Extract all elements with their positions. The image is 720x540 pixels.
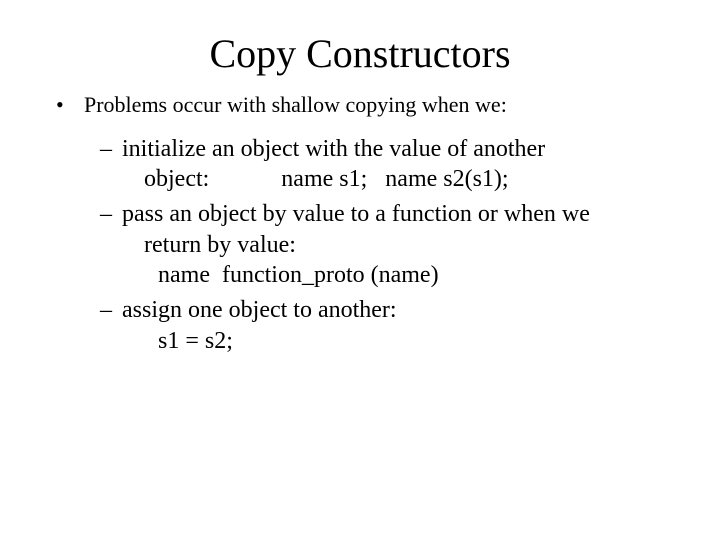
bullet-text: Problems occur with shallow copying when… — [84, 92, 507, 117]
bullet-text: assign one object to another: — [122, 297, 397, 323]
bullet-item: initialize an object with the value of a… — [100, 134, 660, 195]
bullet-item: pass an object by value to a function or… — [100, 199, 660, 291]
bullet-continuation: object: name s1; name s2(s1); — [122, 164, 660, 195]
slide: Copy Constructors Problems occur with sh… — [0, 30, 720, 540]
bullet-item: Problems occur with shallow copying when… — [56, 91, 680, 120]
bullet-list-level1: Problems occur with shallow copying when… — [56, 91, 680, 120]
bullet-item: assign one object to another: s1 = s2; — [100, 295, 660, 356]
bullet-text: pass an object by value to a function or… — [122, 201, 590, 227]
code-text: s1 = s2; — [122, 326, 660, 357]
bullet-list-level2: initialize an object with the value of a… — [100, 134, 660, 357]
bullet-text: initialize an object with the value of a… — [122, 136, 545, 162]
slide-title: Copy Constructors — [0, 30, 720, 77]
bullet-continuation: return by value: — [122, 230, 660, 261]
code-text: name function_proto (name) — [122, 260, 660, 291]
